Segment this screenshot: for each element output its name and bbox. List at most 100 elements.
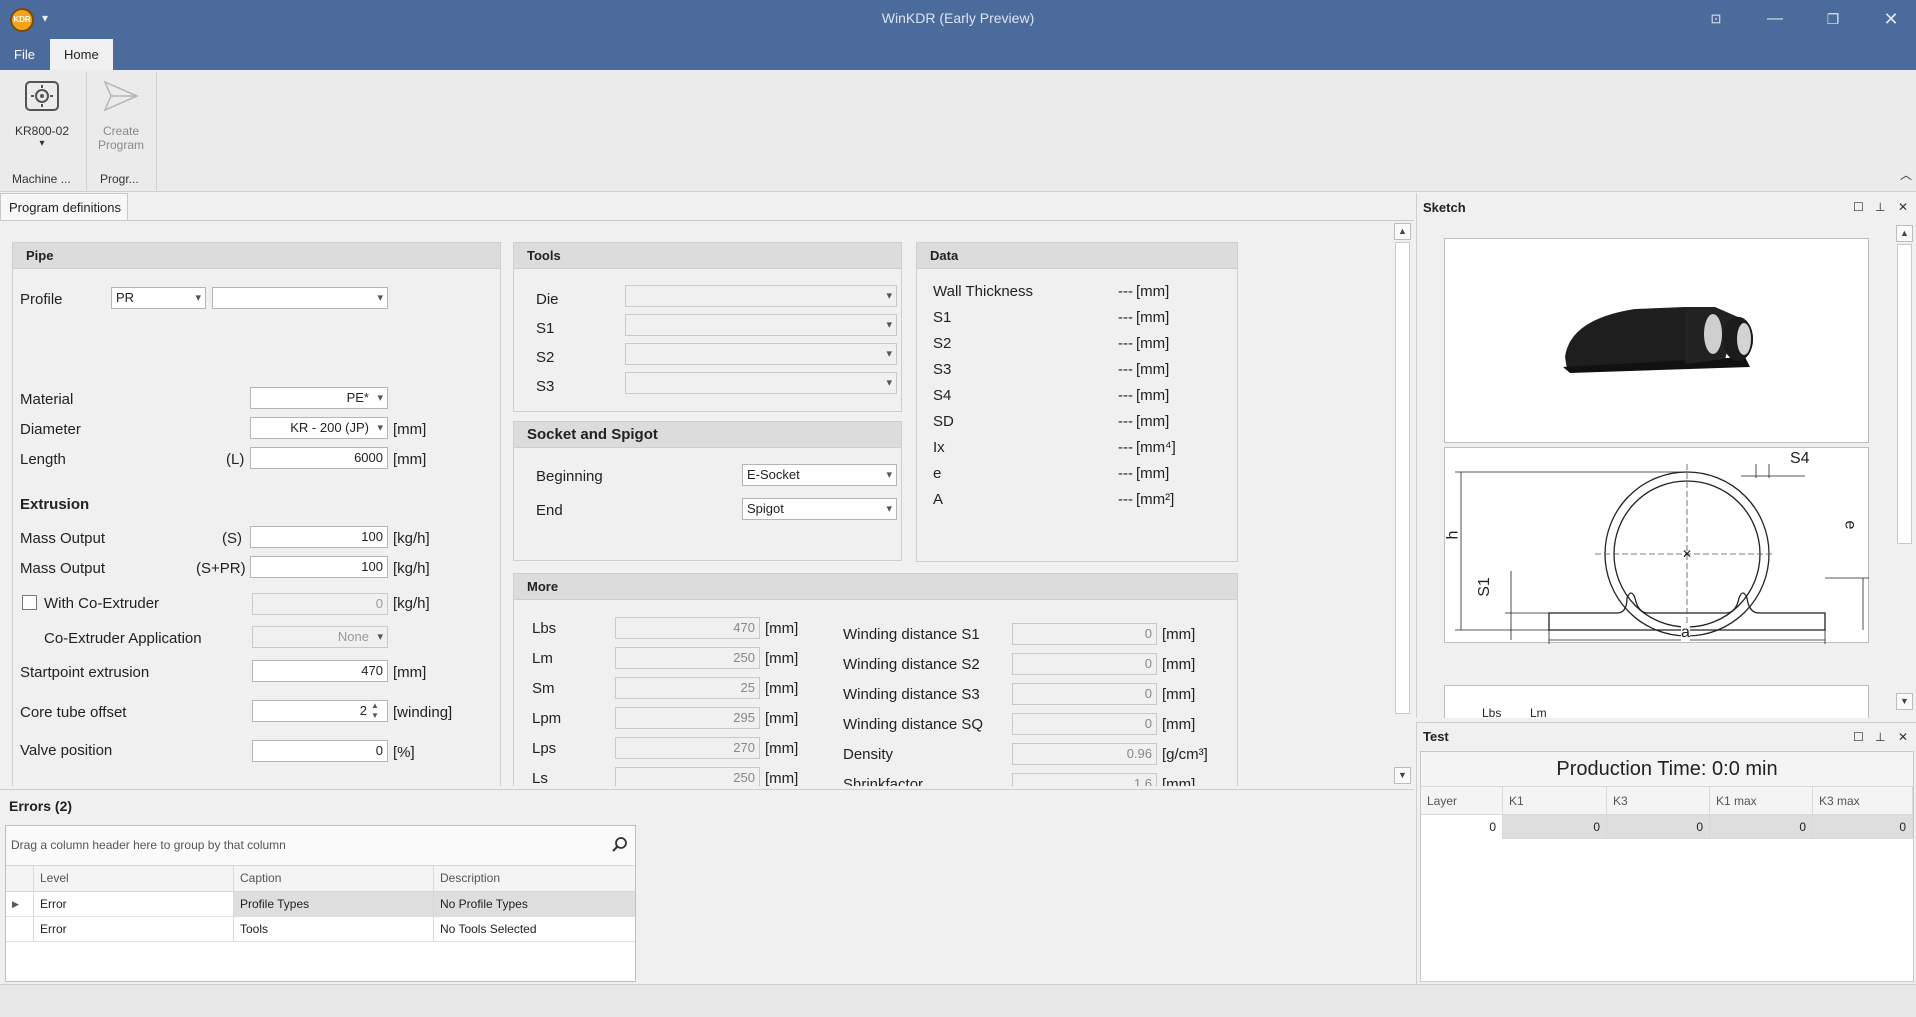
sketch-scrollbar[interactable]: ▲ ▼ xyxy=(1895,225,1915,718)
more-value-input[interactable]: 295 xyxy=(615,707,760,729)
close-icon[interactable]: ✕ xyxy=(1898,730,1908,744)
more-value-input[interactable]: 250 xyxy=(615,647,760,669)
collapse-ribbon-icon[interactable]: ︿ xyxy=(1900,166,1912,183)
spinner-arrows-icon[interactable]: ▲ ▼ xyxy=(371,701,379,721)
more-label: Lbs xyxy=(532,620,557,637)
dim-s4-label: S4 xyxy=(1790,450,1810,467)
data-unit: [mm] xyxy=(1136,335,1170,352)
pin-icon[interactable]: ⊥ xyxy=(1875,200,1885,214)
test-cell[interactable]: 0 xyxy=(1421,815,1503,839)
main-scrollbar[interactable]: ▲ ▼ xyxy=(1393,221,1413,786)
coextruder-app-select[interactable]: None xyxy=(252,626,388,648)
tool-s1-label: S1 xyxy=(536,320,555,337)
profile-select[interactable]: PR xyxy=(111,287,206,309)
end-select[interactable]: Spigot xyxy=(742,498,897,520)
more-value-input[interactable]: 0.96 xyxy=(1012,743,1157,765)
scroll-up-icon[interactable]: ▲ xyxy=(1394,223,1411,240)
sketch-3d-view xyxy=(1444,238,1869,443)
more-value-input[interactable]: 0 xyxy=(1012,653,1157,675)
group-panel[interactable]: Drag a column header here to group by th… xyxy=(6,826,635,866)
more-unit: [mm] xyxy=(1162,656,1196,673)
more-label: Winding distance S1 xyxy=(843,626,980,643)
mass-output-spr-unit: [kg/h] xyxy=(393,560,430,577)
coretube-unit: [winding] xyxy=(393,704,453,721)
diameter-select[interactable]: KR - 200 (JP) xyxy=(250,417,388,439)
data-value: --- xyxy=(1118,439,1133,456)
more-value-input[interactable]: 470 xyxy=(615,617,760,639)
close-window-icon[interactable]: ✕ xyxy=(1876,6,1906,32)
more-value-input[interactable]: 250 xyxy=(615,767,760,786)
dim-h-label: h xyxy=(1444,530,1462,540)
table-row[interactable]: ▶ Error Profile Types No Profile Types xyxy=(6,892,635,917)
minimize-icon[interactable]: — xyxy=(1760,6,1790,32)
more-unit: [mm] xyxy=(765,620,799,637)
data-value: --- xyxy=(1118,413,1133,430)
test-column-header[interactable]: K1 xyxy=(1503,787,1607,815)
column-header-caption[interactable]: Caption xyxy=(234,866,434,892)
tool-s2-select[interactable] xyxy=(625,343,897,365)
length-label: Length xyxy=(20,451,66,468)
mass-output-s-input[interactable]: 100 xyxy=(250,526,388,548)
data-label: A xyxy=(933,491,944,508)
data-value: --- xyxy=(1118,361,1133,378)
column-header-description[interactable]: Description xyxy=(434,866,635,892)
tool-die-select[interactable] xyxy=(625,285,897,307)
column-header-level[interactable]: Level xyxy=(34,866,234,892)
indicator-header xyxy=(6,866,34,892)
scroll-down-icon[interactable]: ▼ xyxy=(1896,693,1913,710)
close-icon[interactable]: ✕ xyxy=(1898,200,1908,214)
maximize-icon[interactable]: ☐ xyxy=(1853,200,1864,214)
scroll-thumb[interactable] xyxy=(1897,244,1912,544)
tool-s1-select[interactable] xyxy=(625,314,897,336)
beginning-select[interactable]: E-Socket xyxy=(742,464,897,486)
length-input[interactable]: 6000 xyxy=(250,447,388,469)
coextruder-checkbox[interactable] xyxy=(22,595,37,610)
tab-home[interactable]: Home xyxy=(50,39,113,70)
create-program-button[interactable]: Create Program xyxy=(90,76,152,152)
tab-file[interactable]: File xyxy=(0,39,49,70)
more-label: Winding distance S3 xyxy=(843,686,980,703)
dim-e-label: e xyxy=(1841,520,1859,530)
tool-s3-select[interactable] xyxy=(625,372,897,394)
mass-output-spr-input[interactable]: 100 xyxy=(250,556,388,578)
ribbon-tabs: File Home xyxy=(0,39,1916,70)
search-icon[interactable] xyxy=(611,836,629,854)
coextruder-input[interactable]: 0 xyxy=(252,593,388,615)
row-expand-icon[interactable]: ▶ xyxy=(6,892,34,917)
scroll-down-icon[interactable]: ▼ xyxy=(1394,767,1411,784)
more-value-input[interactable]: 1.6 xyxy=(1012,773,1157,786)
data-label: Wall Thickness xyxy=(933,283,1034,300)
tab-program-definitions[interactable]: Program definitions xyxy=(0,193,128,221)
material-select[interactable]: PE* xyxy=(250,387,388,409)
more-value-input[interactable]: 270 xyxy=(615,737,760,759)
more-value-input[interactable]: 0 xyxy=(1012,713,1157,735)
valve-input[interactable]: 0 xyxy=(252,740,388,762)
profile-type-select[interactable] xyxy=(212,287,388,309)
socket-spigot-panel: Socket and Spigot xyxy=(513,421,902,561)
maximize-icon[interactable]: ☐ xyxy=(1853,730,1864,744)
test-column-header[interactable]: K1 max xyxy=(1710,787,1813,815)
startpoint-input[interactable]: 470 xyxy=(252,660,388,682)
more-label: Ls xyxy=(532,770,548,786)
table-row[interactable]: 00000 xyxy=(1421,815,1913,839)
dim-s1-label: S1 xyxy=(1475,577,1493,597)
more-value-input[interactable]: 0 xyxy=(1012,623,1157,645)
coretube-spinner[interactable]: 2 xyxy=(252,700,388,722)
data-value: --- xyxy=(1118,283,1133,300)
machine-button[interactable]: KR800-02 ▾ xyxy=(8,76,76,149)
test-column-header[interactable]: Layer xyxy=(1421,787,1503,815)
length-symbol: (L) xyxy=(226,451,245,468)
mass-output-spr-label: Mass Output xyxy=(20,560,106,577)
more-value-input[interactable]: 25 xyxy=(615,677,760,699)
table-row[interactable]: Error Tools No Tools Selected xyxy=(6,917,635,942)
scroll-up-icon[interactable]: ▲ xyxy=(1896,225,1913,242)
ribbon-display-options-icon[interactable]: ⊡ xyxy=(1701,6,1731,32)
test-column-header[interactable]: K3 max xyxy=(1813,787,1913,815)
scroll-thumb[interactable] xyxy=(1395,242,1410,714)
data-unit: [mm] xyxy=(1136,413,1170,430)
test-column-header[interactable]: K3 xyxy=(1607,787,1710,815)
row-indicator xyxy=(6,917,34,942)
more-value-input[interactable]: 0 xyxy=(1012,683,1157,705)
restore-icon[interactable]: ❐ xyxy=(1818,6,1848,32)
pin-icon[interactable]: ⊥ xyxy=(1875,730,1885,744)
